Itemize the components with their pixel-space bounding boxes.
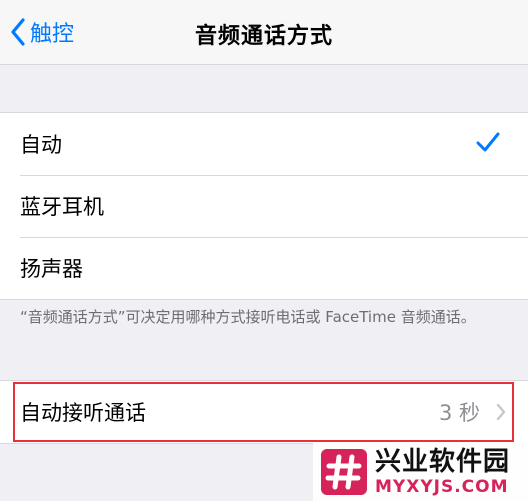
option-label: 自动	[20, 133, 62, 157]
option-bluetooth-headset[interactable]: 蓝牙耳机	[0, 175, 528, 237]
option-label: 蓝牙耳机	[20, 195, 104, 219]
option-automatic[interactable]: 自动	[0, 113, 528, 175]
audio-route-options: 自动 蓝牙耳机 扬声器	[0, 112, 528, 300]
checkmark-icon	[476, 132, 500, 152]
page-title: 音频通话方式	[194, 24, 333, 49]
watermark-url: MYXYJS.COM	[375, 476, 509, 497]
watermark-name: 兴业软件园	[375, 446, 511, 477]
hash-logo-icon	[321, 448, 367, 495]
highlight-box	[13, 382, 514, 442]
option-speaker[interactable]: 扬声器	[0, 237, 528, 299]
footer-note: “音频通话方式”可决定用哪种方式接听电话或 FaceTime 音频通话。	[20, 308, 476, 326]
option-label: 扬声器	[20, 257, 83, 281]
watermark: 兴业软件园 MYXYJS.COM	[313, 442, 528, 501]
navigation-bar: 触控 音频通话方式	[0, 0, 528, 65]
